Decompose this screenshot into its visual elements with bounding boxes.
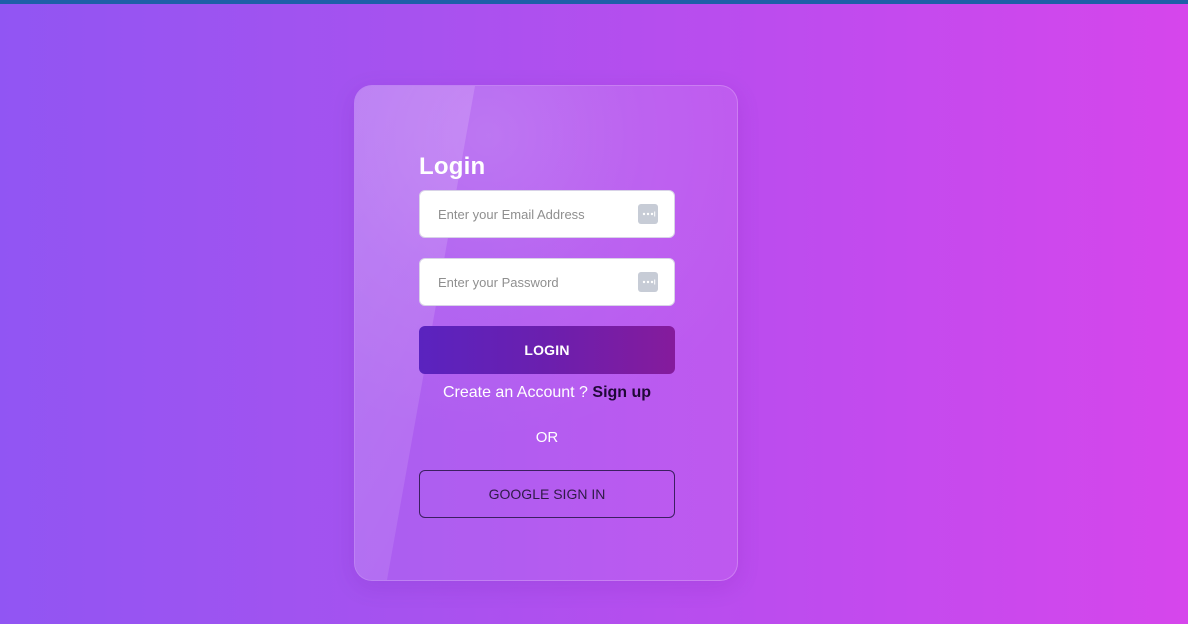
password-field[interactable] [419, 258, 675, 306]
email-field[interactable] [419, 190, 675, 238]
password-manager-icon[interactable] [638, 204, 658, 224]
email-input[interactable] [436, 190, 630, 238]
or-divider-label: OR [535, 429, 559, 446]
login-button[interactable]: LOGIN [419, 326, 675, 374]
login-card: Login LOGIN Create an Account ? Sign up [354, 85, 738, 581]
top-accent-bar [0, 0, 1188, 4]
google-sign-in-button[interactable]: GOOGLE SIGN IN [419, 470, 675, 518]
page-title: Login [419, 153, 486, 180]
signup-prompt: Create an Account ? [442, 384, 588, 401]
signup-line: Create an Account ? Sign up [355, 384, 737, 402]
signup-link[interactable]: Sign up [592, 384, 651, 401]
password-input[interactable] [436, 258, 630, 306]
password-manager-icon[interactable] [638, 272, 658, 292]
